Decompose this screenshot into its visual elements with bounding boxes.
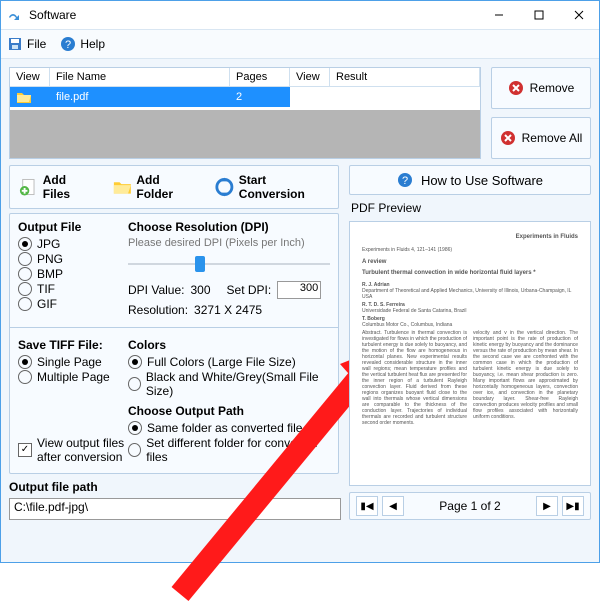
view-output-label: View output files after conversion <box>37 436 124 464</box>
convert-icon <box>214 176 235 198</box>
remove-button[interactable]: Remove <box>491 67 591 109</box>
pager-next-button[interactable]: ▶ <box>536 496 558 516</box>
add-folder-button[interactable]: Add Folder <box>112 173 196 201</box>
file-list-header: View File Name Pages View Result <box>10 68 480 87</box>
add-folder-icon <box>112 176 133 198</box>
maximize-button[interactable] <box>519 1 559 29</box>
preview-article-type: A review <box>362 259 578 266</box>
add-files-icon <box>18 176 39 198</box>
colors-full-label: Full Colors (Large File Size) <box>147 355 296 369</box>
outpath-title: Choose Output Path <box>128 404 330 418</box>
outpath-diff-label: Set different folder for converted files <box>146 436 330 464</box>
close-button[interactable] <box>559 1 599 29</box>
pager-prev-button[interactable]: ◀ <box>382 496 404 516</box>
start-conversion-button[interactable]: Start Conversion <box>214 173 330 201</box>
checkbox-icon <box>18 443 32 457</box>
col-view2[interactable]: View <box>290 68 330 86</box>
col-result[interactable]: Result <box>330 68 480 86</box>
dpi-value: 300 <box>190 283 210 297</box>
output-png-radio[interactable]: PNG <box>18 252 118 266</box>
options-panel: Output File JPGPNGBMPTIFGIF Choose Resol… <box>9 213 339 474</box>
resolution-hint: Please desired DPI (Pixels per Inch) <box>128 237 330 249</box>
output-file-title: Output File <box>18 220 118 234</box>
preview-pager: ▮◀ ◀ Page 1 of 2 ▶ ▶▮ <box>349 492 591 520</box>
colors-full-radio[interactable]: Full Colors (Large File Size) <box>128 355 330 369</box>
col-view[interactable]: View <box>10 68 50 86</box>
resolution-title: Choose Resolution (DPI) <box>128 220 330 234</box>
add-files-label: Add Files <box>43 173 94 201</box>
minimize-button[interactable] <box>479 1 519 29</box>
resolution-value: 3271 X 2475 <box>194 303 262 317</box>
app-icon <box>7 7 23 23</box>
menu-file[interactable]: File <box>7 36 46 52</box>
tiff-single-page-radio[interactable]: Single Page <box>18 355 118 369</box>
remove-icon <box>508 80 524 96</box>
folder-icon <box>16 90 32 104</box>
tiff-title: Save TIFF File: <box>18 338 118 352</box>
pager-last-button[interactable]: ▶▮ <box>562 496 584 516</box>
titlebar: Software <box>1 1 599 29</box>
how-to-use-label: How to Use Software <box>421 173 543 188</box>
menu-help-label: Help <box>80 37 105 51</box>
help-icon: ? <box>397 172 413 188</box>
svg-text:?: ? <box>65 39 71 51</box>
cell-filename: file.pdf <box>56 91 88 103</box>
colors-title: Colors <box>128 338 330 352</box>
start-conversion-label: Start Conversion <box>239 173 330 201</box>
output-jpg-radio[interactable]: JPG <box>18 237 118 251</box>
output-file-path-label: Output file path <box>9 480 339 494</box>
add-folder-label: Add Folder <box>136 173 196 201</box>
set-dpi-input[interactable]: 300 <box>277 281 321 299</box>
col-filename[interactable]: File Name <box>50 68 230 86</box>
action-bar: Add Files Add Folder Start Conversion <box>9 165 339 209</box>
file-list-empty <box>10 110 480 158</box>
set-dpi-label: Set DPI: <box>227 283 272 297</box>
remove-all-label: Remove All <box>522 131 583 145</box>
pager-first-button[interactable]: ▮◀ <box>356 496 378 516</box>
pager-label: Page 1 of 2 <box>439 499 500 513</box>
dpi-slider[interactable] <box>128 253 330 275</box>
window-title: Software <box>29 8 76 22</box>
menubar: File ? Help <box>1 29 599 59</box>
help-icon: ? <box>60 36 76 52</box>
output-file-path-input[interactable]: C:\file.pdf-jpg\ <box>9 498 341 520</box>
col-pages[interactable]: Pages <box>230 68 290 86</box>
dpi-value-label: DPI Value: <box>128 283 184 297</box>
svg-text:?: ? <box>402 175 408 187</box>
outpath-diff-radio[interactable]: Set different folder for converted files <box>128 436 330 464</box>
table-row[interactable]: file.pdf 2 <box>10 87 480 107</box>
menu-help[interactable]: ? Help <box>60 36 105 52</box>
resolution-label: Resolution: <box>128 303 188 317</box>
menu-file-label: File <box>27 37 46 51</box>
view-output-checkbox[interactable]: View output files after conversion <box>18 436 124 464</box>
save-icon <box>7 36 23 52</box>
cell-pages: 2 <box>236 91 242 103</box>
outpath-same-label: Same folder as converted file <box>147 421 302 435</box>
preview-label: PDF Preview <box>351 201 591 215</box>
remove-all-icon <box>500 130 516 146</box>
colors-bw-radio[interactable]: Black and White/Grey(Small File Size) <box>128 370 330 398</box>
output-tif-radio[interactable]: TIF <box>18 282 118 296</box>
how-to-use-button[interactable]: ? How to Use Software <box>349 165 591 195</box>
output-bmp-radio[interactable]: BMP <box>18 267 118 281</box>
output-gif-radio[interactable]: GIF <box>18 297 118 311</box>
preview-journal: Experiments in Fluids <box>362 234 578 241</box>
colors-bw-label: Black and White/Grey(Small File Size) <box>146 370 330 398</box>
preview-title: Turbulent thermal convection in wide hor… <box>362 270 578 277</box>
outpath-same-radio[interactable]: Same folder as converted file <box>128 421 330 435</box>
tiff-multiple-page-radio[interactable]: Multiple Page <box>18 370 118 384</box>
add-files-button[interactable]: Add Files <box>18 173 94 201</box>
file-list[interactable]: View File Name Pages View Result file.pd… <box>9 67 481 159</box>
remove-all-button[interactable]: Remove All <box>491 117 591 159</box>
remove-label: Remove <box>530 81 575 95</box>
pdf-preview: Experiments in Fluids Experiments in Flu… <box>349 221 591 486</box>
